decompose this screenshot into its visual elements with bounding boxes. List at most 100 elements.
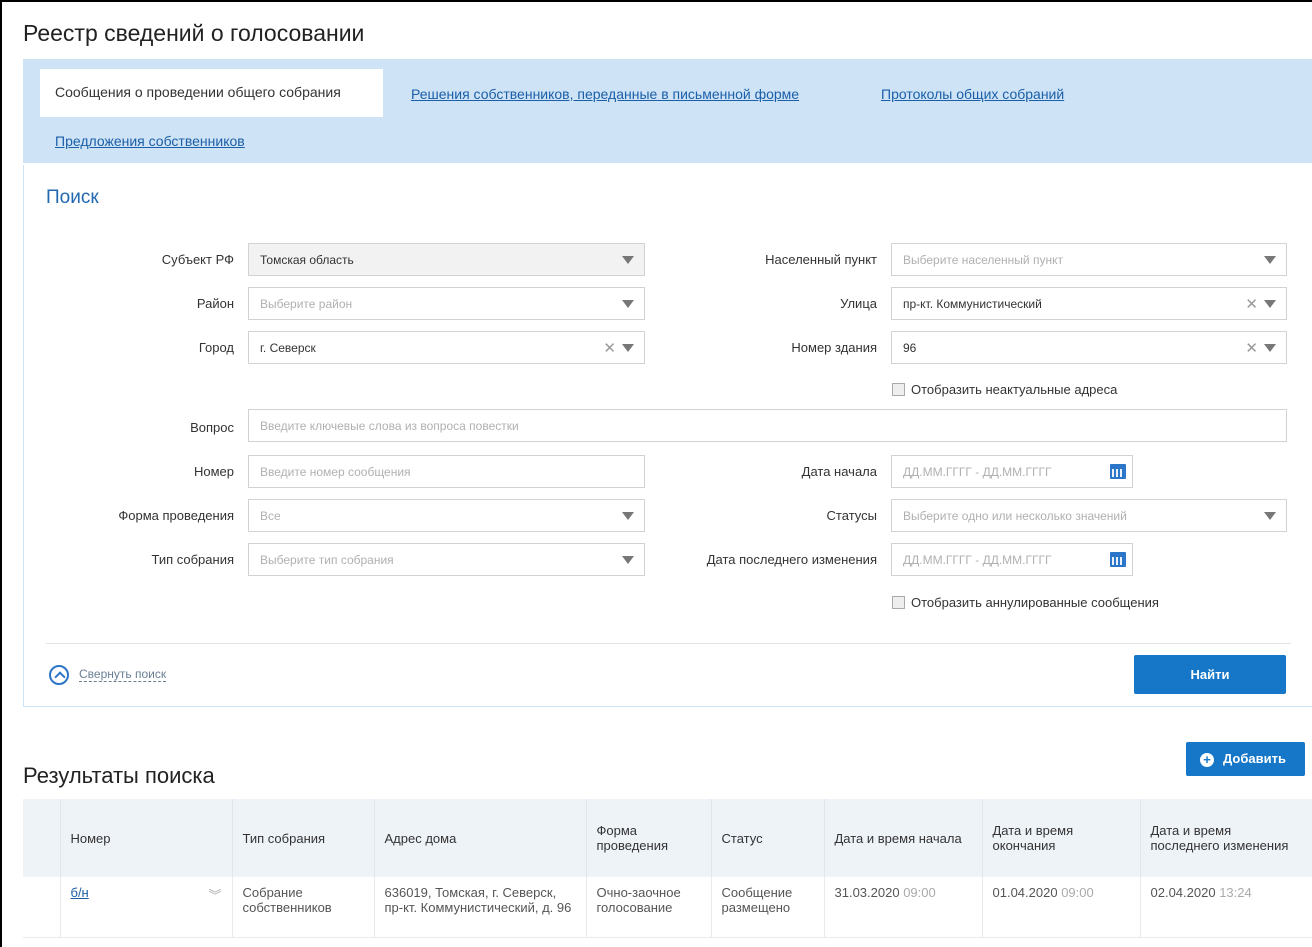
plus-icon: + xyxy=(1200,753,1214,767)
modified-date-input[interactable]: ДД.ММ.ГГГГ - ДД.ММ.ГГГГ xyxy=(891,543,1133,576)
cell-form: Очно-заочное голосование xyxy=(586,877,712,938)
calendar-icon xyxy=(1110,464,1126,479)
statuses-placeholder: Выберите одно или несколько значений xyxy=(903,509,1127,523)
col-status[interactable]: Статус xyxy=(711,799,825,877)
start-time: 09:00 xyxy=(903,885,936,900)
form-value: Все xyxy=(260,509,281,523)
chevron-down-icon xyxy=(1264,512,1276,520)
divider xyxy=(46,643,1291,644)
add-button-label: Добавить xyxy=(1223,751,1286,766)
building-label: Номер здания xyxy=(791,340,877,355)
subject-label: Субъект РФ xyxy=(161,252,234,267)
search-title: Поиск xyxy=(46,187,99,208)
calendar-button[interactable] xyxy=(1102,544,1132,575)
clear-icon[interactable]: ✕ xyxy=(1245,339,1258,357)
expand-icon[interactable]: ︾ xyxy=(208,885,221,904)
street-value: пр-кт. Коммунистический xyxy=(903,297,1042,311)
district-select[interactable]: Выберите район xyxy=(248,287,645,320)
calendar-icon xyxy=(1110,552,1126,567)
cell-address: 636019, Томская, г. Северск, пр-кт. Комм… xyxy=(374,877,587,938)
building-select[interactable]: 96 ✕ xyxy=(891,331,1287,364)
subject-select[interactable]: Томская область xyxy=(248,243,645,276)
cell-modified: 02.04.2020 13:24 xyxy=(1140,877,1312,938)
number-input[interactable]: Введите номер сообщения xyxy=(248,455,645,488)
cell-type: Собрание собственников xyxy=(232,877,375,938)
show-inactive-label: Отобразить неактуальные адреса xyxy=(911,382,1118,397)
chevron-down-icon xyxy=(622,300,634,308)
chevron-down-icon xyxy=(622,256,634,264)
statuses-select[interactable]: Выберите одно или несколько значений xyxy=(891,499,1287,532)
show-cancelled-toggle[interactable]: Отобразить аннулированные сообщения xyxy=(892,595,1159,610)
modified-time: 13:24 xyxy=(1219,885,1252,900)
col-start[interactable]: Дата и время начала xyxy=(824,799,983,877)
show-cancelled-checkbox[interactable] xyxy=(892,596,905,609)
table-row[interactable]: б/н ︾ Собрание собственников 636019, Том… xyxy=(23,877,1312,938)
city-value: г. Северск xyxy=(260,341,316,355)
settlement-select[interactable]: Выберите населенный пункт xyxy=(891,243,1287,276)
clear-icon[interactable]: ✕ xyxy=(603,339,616,357)
col-number[interactable]: Номер xyxy=(60,799,233,877)
question-placeholder: Введите ключевые слова из вопроса повест… xyxy=(260,419,519,433)
chevron-down-icon xyxy=(1264,256,1276,264)
tab-proposals[interactable]: Предложения собственников xyxy=(55,133,245,149)
end-date: 01.04.2020 xyxy=(992,885,1058,900)
row-gutter xyxy=(23,877,61,938)
show-cancelled-label: Отобразить аннулированные сообщения xyxy=(911,595,1159,610)
statuses-label: Статусы xyxy=(826,508,877,523)
end-time: 09:00 xyxy=(1061,885,1094,900)
col-address[interactable]: Адрес дома xyxy=(374,799,587,877)
chevron-down-icon xyxy=(622,344,634,352)
find-button[interactable]: Найти xyxy=(1134,655,1286,694)
form-select[interactable]: Все xyxy=(248,499,645,532)
cell-end: 01.04.2020 09:00 xyxy=(982,877,1141,938)
form-label: Форма проведения xyxy=(118,508,234,523)
start-date-input[interactable]: ДД.ММ.ГГГГ - ДД.ММ.ГГГГ xyxy=(891,455,1133,488)
chevron-down-icon xyxy=(1264,300,1276,308)
district-label: Район xyxy=(196,296,234,311)
tab-bar: Сообщения о проведении общего собрания Р… xyxy=(23,59,1312,163)
col-type[interactable]: Тип собрания xyxy=(232,799,375,877)
cell-status: Сообщение размещено xyxy=(711,877,825,938)
settlement-placeholder: Выберите населенный пункт xyxy=(903,253,1063,267)
chevron-down-icon xyxy=(1264,344,1276,352)
calendar-button[interactable] xyxy=(1102,456,1132,487)
chevron-down-icon xyxy=(622,512,634,520)
show-inactive-checkbox[interactable] xyxy=(892,383,905,396)
city-select[interactable]: г. Северск ✕ xyxy=(248,331,645,364)
tab-decisions[interactable]: Решения собственников, переданные в пись… xyxy=(411,86,799,102)
tab-messages[interactable]: Сообщения о проведении общего собрания xyxy=(40,69,383,117)
number-label: Номер xyxy=(193,464,234,479)
collapse-search-link[interactable]: Свернуть поиск xyxy=(49,665,167,685)
number-link[interactable]: б/н xyxy=(71,885,89,900)
street-select[interactable]: пр-кт. Коммунистический ✕ xyxy=(891,287,1287,320)
start-date-label: Дата начала xyxy=(801,464,877,479)
col-form[interactable]: Форма проведения xyxy=(586,799,712,877)
district-placeholder: Выберите район xyxy=(260,297,353,311)
cell-number: б/н ︾ xyxy=(60,877,233,938)
type-placeholder: Выберите тип собрания xyxy=(260,553,394,567)
subject-value: Томская область xyxy=(260,253,354,267)
results-table: Номер Тип собрания Адрес дома Форма пров… xyxy=(23,799,1312,938)
cell-start: 31.03.2020 09:00 xyxy=(824,877,983,938)
clear-icon[interactable]: ✕ xyxy=(1245,295,1258,313)
number-placeholder: Введите номер сообщения xyxy=(260,465,411,479)
start-date-placeholder: ДД.ММ.ГГГГ - ДД.ММ.ГГГГ xyxy=(903,465,1052,479)
modified-label: Дата последнего изменения xyxy=(706,552,877,567)
table-header-row: Номер Тип собрания Адрес дома Форма пров… xyxy=(23,799,1312,877)
col-modified[interactable]: Дата и время последнего изменения xyxy=(1140,799,1312,877)
page-title: Реестр сведений о голосовании xyxy=(23,20,365,46)
question-label: Вопрос xyxy=(190,420,234,435)
gutter-header xyxy=(23,799,61,877)
col-end[interactable]: Дата и время окончания xyxy=(982,799,1141,877)
question-input[interactable]: Введите ключевые слова из вопроса повест… xyxy=(248,409,1287,442)
chevron-up-icon xyxy=(49,665,69,685)
street-label: Улица xyxy=(840,296,877,311)
collapse-label: Свернуть поиск xyxy=(79,667,167,683)
tab-protocols[interactable]: Протоколы общих собраний xyxy=(881,86,1064,102)
add-button[interactable]: + Добавить xyxy=(1186,742,1305,776)
building-value: 96 xyxy=(903,341,917,355)
settlement-label: Населенный пункт xyxy=(765,252,877,267)
type-select[interactable]: Выберите тип собрания xyxy=(248,543,645,576)
show-inactive-toggle[interactable]: Отобразить неактуальные адреса xyxy=(892,382,1117,397)
chevron-down-icon xyxy=(622,556,634,564)
